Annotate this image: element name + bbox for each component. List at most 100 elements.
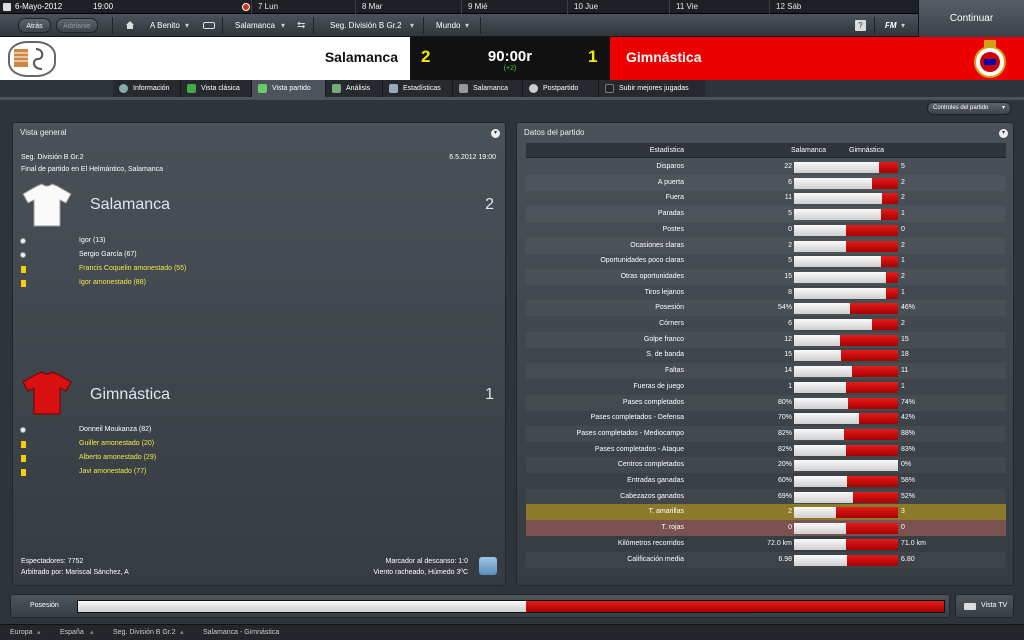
home-icon[interactable] [125, 20, 135, 30]
stat-label: A puerta [657, 179, 684, 186]
world-menu[interactable]: Mundo [436, 14, 460, 37]
stats-row: Calificación media 6.98 6.80 [526, 552, 1006, 568]
yellow-card-icon [21, 280, 26, 287]
match-day-icon[interactable] [242, 3, 250, 11]
stat-label: Posesión [655, 304, 684, 311]
stat-label: Otras oportunidades [620, 273, 684, 280]
stats-row: Postes 0 0 [526, 222, 1006, 238]
calendar-day[interactable]: 12 Sáb [769, 0, 918, 14]
stat-away-value: 1 [901, 289, 905, 296]
continue-button[interactable]: Continuar [918, 0, 1024, 37]
calendar-day[interactable]: 9 Mié [461, 0, 567, 14]
forward-button[interactable]: Adelante [56, 18, 98, 33]
stat-away-value: 0% [901, 461, 912, 468]
referee-label: Arbitrado por: Mariscal Sánchez, A [21, 569, 129, 576]
stat-comparison-bar [794, 241, 898, 252]
stat-label: Disparos [656, 163, 684, 170]
stats-row: Disparos 22 5 [526, 159, 1006, 175]
stats-row: Faltas 14 11 [526, 363, 1006, 379]
stat-comparison-bar [794, 398, 898, 409]
tab-estadisticas[interactable]: Estadísticas [383, 80, 453, 97]
possession-home-fill [78, 601, 526, 612]
stat-away-fill [859, 413, 898, 424]
stat-away-fill [841, 350, 898, 361]
stat-away-fill [886, 288, 898, 299]
calendar-day[interactable]: 8 Mar [355, 0, 461, 14]
stats-row: Fueras de juego 1 1 [526, 379, 1006, 395]
stat-away-value: 2 [901, 179, 905, 186]
stat-comparison-bar [794, 523, 898, 534]
stats-row: Ocasiones claras 2 2 [526, 238, 1006, 254]
yellow-card-icon [21, 266, 26, 273]
calendar-day[interactable]: 11 Vie [669, 0, 769, 14]
stat-home-value: 15 [784, 273, 792, 280]
stat-home-value: 22 [784, 163, 792, 170]
tab-subir-jugadas[interactable]: Subir mejores jugadas [599, 80, 705, 97]
stat-away-fill [882, 193, 898, 204]
back-button[interactable]: Atrás [18, 18, 51, 33]
stat-away-value: 6.80 [901, 556, 915, 563]
stat-comparison-bar [794, 319, 898, 330]
stat-away-fill [846, 382, 898, 393]
yellow-card-icon [21, 455, 26, 462]
help-button[interactable]: ? [855, 20, 866, 31]
stat-home-fill [794, 398, 848, 409]
manager-menu[interactable]: A Benito [150, 14, 180, 37]
inbox-icon[interactable] [203, 22, 215, 29]
breadcrumb-item[interactable]: España [60, 625, 84, 640]
calendar-day[interactable]: 10 Jue [567, 0, 669, 14]
stat-home-fill [794, 193, 882, 204]
fm-menu[interactable]: FM [885, 14, 897, 37]
stat-label: Paradas [657, 210, 684, 217]
stat-away-fill [853, 492, 898, 503]
match-clock: 90:00r [487, 48, 533, 65]
tv-view-button[interactable]: Vista TV [955, 594, 1014, 618]
stat-label: Centros completados [617, 461, 684, 468]
stat-comparison-bar [794, 209, 898, 220]
stat-away-value: 2 [901, 242, 905, 249]
overview-panel: Vista general ▾ [12, 122, 506, 586]
stat-label: T. rojas [661, 524, 684, 531]
col-header-home: Salamanca [791, 147, 827, 154]
tab-informacion[interactable]: Información [113, 80, 181, 97]
stats-row: T. rojas 0 0 [526, 520, 1006, 536]
stat-label: Kilómetros recorridos [617, 540, 684, 547]
postmatch-icon [529, 84, 538, 93]
breadcrumb-item[interactable]: Seg. División B Gr.2 [113, 625, 176, 640]
stat-home-fill [794, 303, 850, 314]
stat-comparison-bar [794, 366, 898, 377]
panel-menu-icon[interactable]: ▾ [491, 129, 500, 138]
stat-away-value: 46% [901, 304, 916, 311]
club-menu[interactable]: Salamanca [235, 14, 275, 37]
stat-home-fill [794, 523, 846, 534]
transfer-icon[interactable]: ⇆ [297, 14, 305, 37]
match-controls-dropdown[interactable]: Controles del partido ▾ [927, 102, 1011, 115]
possession-label: Posesión [30, 602, 59, 609]
possession-bar [77, 600, 945, 613]
stat-home-fill [794, 413, 859, 424]
stat-away-fill [852, 366, 898, 377]
stat-away-fill [886, 272, 898, 283]
match-datetime: 6.5.2012 19:00 [449, 154, 496, 161]
competition-menu[interactable]: Seg. División B Gr.2 [330, 14, 402, 37]
tab-analisis[interactable]: Análisis [326, 80, 383, 97]
breadcrumb-item[interactable]: Europa [10, 625, 33, 640]
calendar-day[interactable]: 7 Lun [251, 0, 355, 14]
stat-home-value: 1 [788, 383, 792, 390]
stat-comparison-bar [794, 492, 898, 503]
stat-comparison-bar [794, 507, 898, 518]
breadcrumb-item[interactable]: Salamanca - Gimnástica [203, 625, 279, 640]
stat-label: Fuera [665, 194, 684, 201]
stat-home-value: 69% [777, 493, 792, 500]
tab-vista-partido[interactable]: Vista partido [252, 80, 326, 97]
tab-salamanca[interactable]: Salamanca [453, 80, 523, 97]
panel-menu-icon[interactable]: ▾ [999, 129, 1008, 138]
stat-home-fill [794, 492, 853, 503]
tab-vista-clasica[interactable]: Vista clásica [181, 80, 252, 97]
stat-away-value: 2 [901, 194, 905, 201]
stat-label: Oportunidades poco claras [600, 257, 684, 264]
stat-comparison-bar [794, 445, 898, 456]
stat-home-value: 82% [777, 430, 792, 437]
tab-postpartido[interactable]: Postpartido [523, 80, 599, 97]
stat-away-value: 5 [901, 163, 905, 170]
